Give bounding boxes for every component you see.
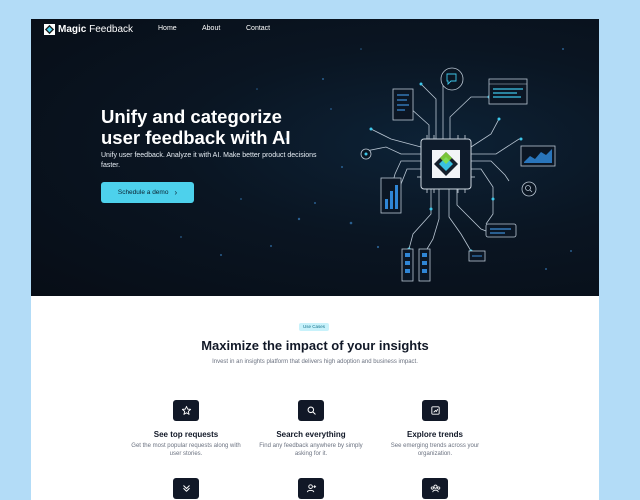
logo-icon bbox=[44, 24, 55, 35]
feature-top-requests: See top requests Get the most popular re… bbox=[131, 400, 241, 458]
hero-title-line2: user feedback with AI bbox=[101, 127, 291, 148]
double-chevron-down-icon bbox=[173, 478, 199, 499]
top-nav: Magic Feedback Home About Contact bbox=[31, 19, 599, 39]
chevron-right-icon: › bbox=[174, 187, 178, 197]
section-title: Maximize the impact of your insights bbox=[201, 338, 429, 353]
nav-link-about[interactable]: About bbox=[202, 24, 220, 34]
nav-link-home[interactable]: Home bbox=[158, 24, 177, 34]
chart-icon bbox=[422, 400, 448, 421]
use-cases-badge: Use Cases bbox=[299, 323, 330, 331]
feature-title: Explore trends bbox=[406, 430, 463, 439]
hero-section: Magic Feedback Home About Contact Unify … bbox=[31, 19, 599, 296]
hero-subtitle: Unify user feedback. Analyze it with AI.… bbox=[101, 152, 317, 169]
schedule-demo-label: Schedule a demo bbox=[117, 189, 169, 196]
feature-search-everything: Search everything Find any feedback anyw… bbox=[256, 400, 366, 458]
star-icon bbox=[173, 400, 199, 421]
feature-desc: Find any feedback anywhere by simply ask… bbox=[259, 443, 363, 457]
feature-explore-trends: Explore trends See emerging trends acros… bbox=[380, 400, 490, 458]
feature-title: See top requests bbox=[153, 430, 219, 439]
brand-name: Magic Feedback bbox=[58, 23, 133, 36]
brand-logo[interactable]: Magic Feedback bbox=[44, 23, 133, 36]
schedule-demo-button[interactable]: Schedule a demo › bbox=[101, 182, 194, 203]
hero-title-line1: Unify and categorize bbox=[101, 106, 282, 127]
nav-link-contact[interactable]: Contact bbox=[246, 24, 270, 34]
page-frame: Magic Feedback Home About Contact Unify … bbox=[31, 19, 599, 500]
feature-title: Search everything bbox=[276, 430, 346, 439]
user-plus-icon bbox=[298, 478, 324, 499]
feature-desc: Get the most popular requests along with… bbox=[131, 443, 241, 457]
group-icon bbox=[422, 478, 448, 499]
feature-desc: See emerging trends across your organiza… bbox=[390, 443, 480, 457]
brand-name-light: Feedback bbox=[89, 24, 134, 35]
section-subtitle: Invest in an insights platform that deli… bbox=[212, 359, 418, 365]
brand-name-bold: Magic bbox=[58, 24, 87, 35]
ai-circuit-illustration bbox=[360, 67, 556, 282]
search-icon bbox=[298, 400, 324, 421]
